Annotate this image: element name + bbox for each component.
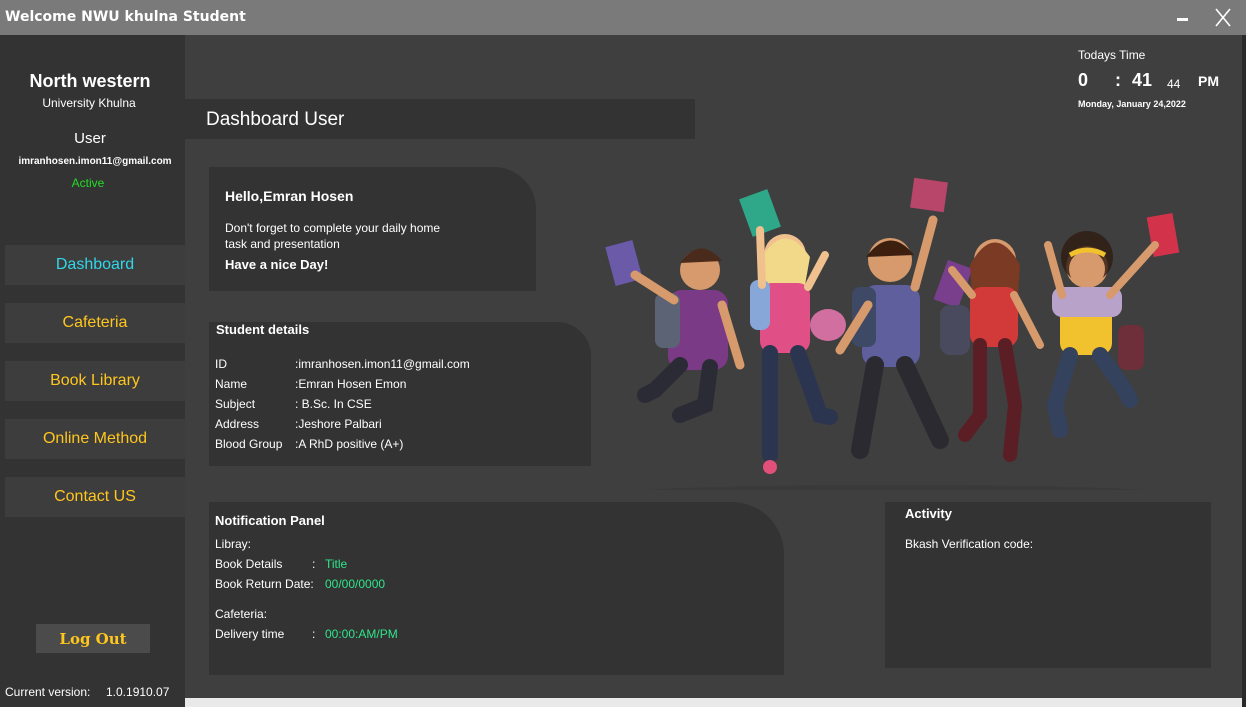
clock-ampm: PM — [1198, 73, 1219, 89]
detail-value-address: :Jeshore Palbari — [295, 417, 382, 431]
logout-button[interactable]: Log Out — [36, 624, 150, 653]
students-jumping-illustration — [605, 177, 1180, 490]
detail-value-blood-group: :A RhD positive (A+) — [295, 437, 404, 451]
student-figure — [940, 239, 1044, 462]
user-email: imranhosen.imon11@gmail.com — [18, 156, 172, 167]
user-role: User — [74, 130, 106, 147]
greeting-line-3: Have a nice Day! — [225, 257, 329, 272]
student-figure — [750, 226, 846, 474]
student-figure — [1044, 231, 1159, 438]
detail-label-id: ID — [215, 357, 227, 371]
book-return-value: 00/00/0000 — [325, 577, 386, 591]
detail-label-subject: Subject — [215, 397, 256, 411]
delivery-time-value: 00:00:AM/PM — [325, 627, 398, 641]
clock-label: Todays Time — [1078, 48, 1146, 62]
window-title: Welcome NWU khulna Student — [5, 9, 246, 25]
bottom-bar — [185, 698, 1246, 707]
greeting-card: Hello,Emran Hosen Don't forget to comple… — [209, 167, 536, 291]
sidebar-item-book-library[interactable]: Book Library — [5, 361, 185, 401]
library-label: Libray: — [215, 537, 252, 551]
delivery-time-label: Delivery time — [215, 627, 285, 641]
bkash-label: Bkash Verification code: — [905, 537, 1034, 551]
detail-value-subject: : B.Sc. In CSE — [295, 397, 372, 411]
close-icon[interactable] — [1214, 6, 1232, 28]
page-header: Dashboard User — [185, 99, 695, 139]
version-label: Current version: — [5, 685, 91, 699]
sidebar-item-contact-us[interactable]: Contact US — [5, 477, 185, 517]
clock-date: Monday, January 24,2022 — [1078, 99, 1186, 109]
notification-panel: Notification Panel Libray: Book Details … — [209, 502, 784, 675]
version-value: 1.0.1910.07 — [106, 685, 170, 699]
page-title: Dashboard User — [206, 109, 345, 130]
delivery-time-separator: : — [312, 627, 316, 641]
clock-hour: 0 — [1078, 70, 1089, 90]
window-edge — [1242, 35, 1246, 707]
status-badge: Active — [71, 176, 105, 190]
clock-second: 44 — [1167, 77, 1181, 91]
book-details-value: Title — [325, 557, 348, 571]
student-details-title: Student details — [216, 322, 310, 337]
clock-separator: : — [1115, 70, 1121, 90]
greeting-line-1: Don't forget to complete your daily home — [225, 221, 441, 235]
detail-value-id: :imranhosen.imon11@gmail.com — [295, 357, 470, 371]
title-bar: Welcome NWU khulna Student — [0, 0, 1246, 35]
sidebar-item-cafeteria[interactable]: Cafeteria — [5, 303, 185, 343]
student-details-card: Student details ID :imranhosen.imon11@gm… — [209, 322, 591, 466]
sidebar-item-dashboard[interactable]: Dashboard — [5, 245, 185, 285]
activity-panel: Activity Bkash Verification code: — [885, 502, 1211, 668]
book-icon — [910, 177, 948, 213]
greeting-title: Hello,Emran Hosen — [225, 188, 354, 204]
sidebar-item-online-method[interactable]: Online Method — [5, 419, 185, 459]
cafeteria-label: Cafeteria: — [215, 607, 268, 621]
minimize-button[interactable] — [1177, 18, 1188, 21]
activity-title: Activity — [905, 506, 952, 521]
book-return-label: Book Return Date: — [215, 577, 314, 591]
clock-minute: 41 — [1132, 70, 1153, 90]
detail-label-name: Name — [215, 377, 248, 391]
notification-title: Notification Panel — [215, 513, 325, 528]
student-figure — [630, 248, 745, 423]
greeting-line-2: task and presentation — [225, 237, 340, 251]
detail-value-name: :Emran Hosen Emon — [295, 377, 407, 391]
student-figure — [835, 215, 949, 459]
book-details-separator: : — [312, 557, 316, 571]
university-subtitle: University Khulna — [42, 96, 136, 110]
detail-label-blood-group: Blood Group — [215, 437, 283, 451]
university-name: North western — [29, 71, 151, 91]
detail-label-address: Address — [215, 417, 260, 431]
book-details-label: Book Details — [215, 557, 283, 571]
